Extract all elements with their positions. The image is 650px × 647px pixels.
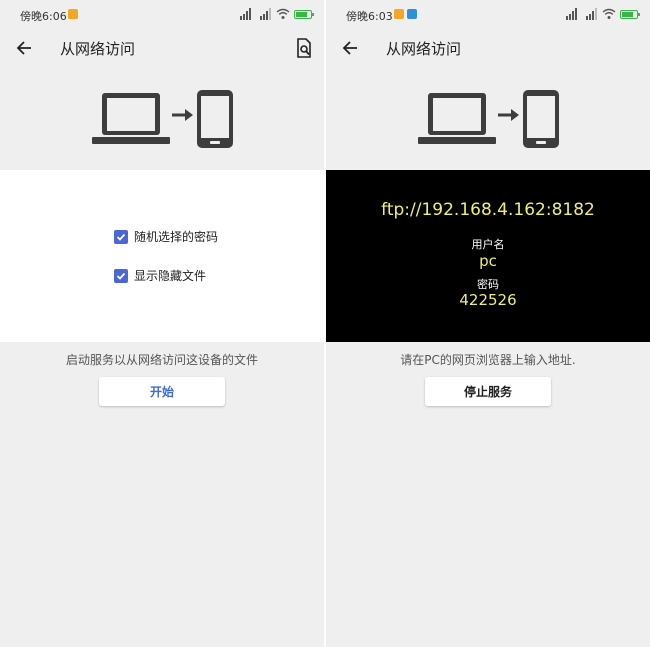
option-label: 随机选择的密码 (134, 230, 219, 244)
server-info-card: ftp://192.168.4.162:8182 用户名 pc 密码 42252… (326, 170, 650, 342)
laptop-icon (92, 93, 170, 144)
signal-icon (582, 8, 598, 20)
page-title: 从网络访问 (386, 40, 462, 58)
username-label: 用户名 (471, 238, 505, 251)
option-label: 显示隐藏文件 (134, 269, 207, 283)
start-button[interactable]: 开始 (99, 377, 225, 406)
random-password-option[interactable]: 随机选择的密码 (114, 228, 218, 245)
arrow-right-icon (172, 109, 193, 121)
password-label: 密码 (477, 278, 499, 291)
wifi-icon (602, 8, 616, 19)
back-arrow-icon (342, 41, 357, 55)
signal-icon (236, 8, 252, 20)
toolbar: 从网络访问 (326, 30, 650, 66)
hint-text: 请在PC的网页浏览器上输入地址. (400, 353, 576, 367)
signal-icon (256, 8, 272, 20)
wifi-icon (276, 8, 290, 19)
pc-to-phone-illustration (0, 80, 324, 160)
phone-icon (197, 90, 233, 148)
signal-icon (562, 8, 578, 20)
hint-text: 启动服务以从网络访问这设备的文件 (65, 353, 258, 367)
battery-icon (620, 9, 640, 19)
search-file-icon (297, 38, 311, 58)
back-button[interactable] (338, 36, 362, 60)
options-card: 随机选择的密码 显示隐藏文件 (0, 170, 324, 342)
battery-icon (294, 9, 314, 19)
laptop-icon (418, 93, 496, 144)
status-bar: 傍晚6:03 (326, 0, 650, 30)
password-value: 422526 (459, 291, 517, 309)
arrow-right-icon (498, 109, 519, 121)
notification-icon (394, 9, 404, 19)
right-screen: 傍晚6:03 从网络访问 ftp://192.168.4.162:8182 用户… (326, 0, 650, 647)
checkbox-checked-icon[interactable] (114, 268, 128, 283)
notification-icon (407, 9, 417, 19)
back-button[interactable] (12, 36, 36, 60)
status-time: 傍晚6:06 (20, 10, 67, 23)
toolbar: 从网络访问 (0, 30, 324, 66)
username-value: pc (479, 252, 497, 270)
notification-icon (68, 9, 78, 19)
stop-service-button[interactable]: 停止服务 (425, 377, 551, 406)
status-icons (236, 7, 314, 21)
search-file-button[interactable] (292, 36, 316, 60)
status-bar: 傍晚6:06 (0, 0, 324, 30)
page-title: 从网络访问 (60, 40, 136, 58)
show-hidden-files-option[interactable]: 显示隐藏文件 (114, 267, 206, 284)
status-time: 傍晚6:03 (346, 10, 393, 23)
left-screen: 傍晚6:06 从网络访问 随机选择的密码 显示隐藏文件 启动服务以从网络访问这设… (0, 0, 324, 647)
back-arrow-icon (16, 41, 31, 55)
status-icons (562, 7, 640, 21)
ftp-url[interactable]: ftp://192.168.4.162:8182 (326, 200, 650, 220)
pc-to-phone-illustration (326, 80, 650, 160)
checkbox-checked-icon[interactable] (114, 229, 128, 244)
phone-icon (523, 90, 559, 148)
